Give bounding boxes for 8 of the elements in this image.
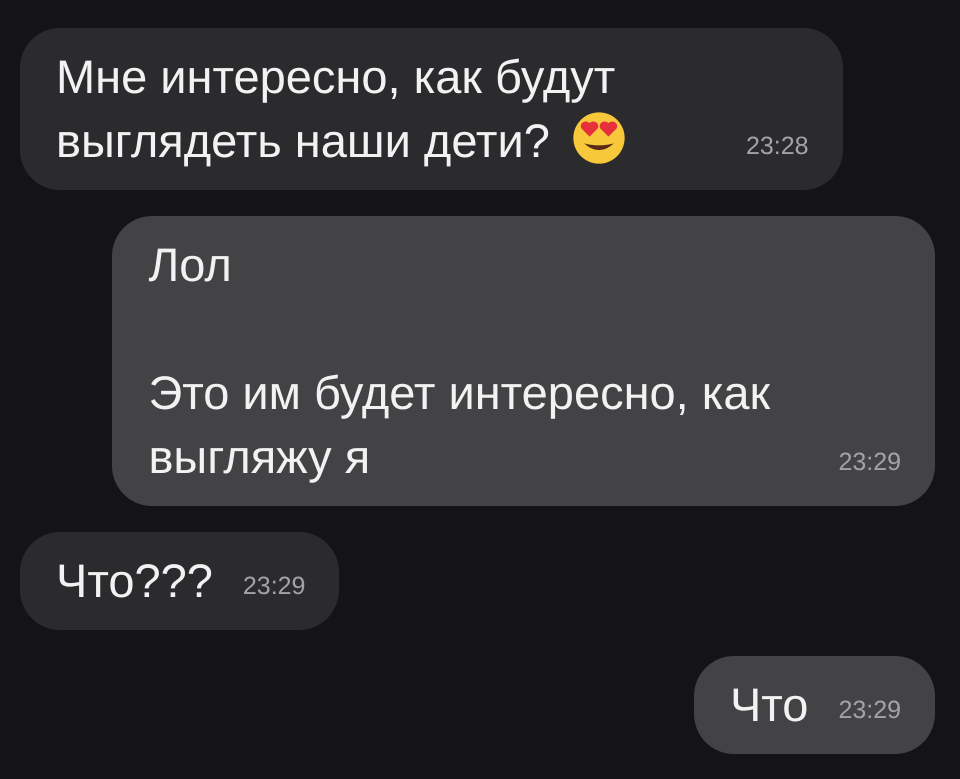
message-text: Что??? [56,553,213,609]
message-text: Мне интересно, как будут выглядеть наши дети? [56,45,716,173]
message-time: 23:29 [838,448,901,477]
message-time: 23:28 [746,132,809,161]
message-time: 23:29 [838,696,901,725]
message-text: Лол Это им будет интересно, как выгляжу я [148,237,772,485]
message-text: Что [730,677,808,733]
message-time: 23:29 [242,572,306,601]
